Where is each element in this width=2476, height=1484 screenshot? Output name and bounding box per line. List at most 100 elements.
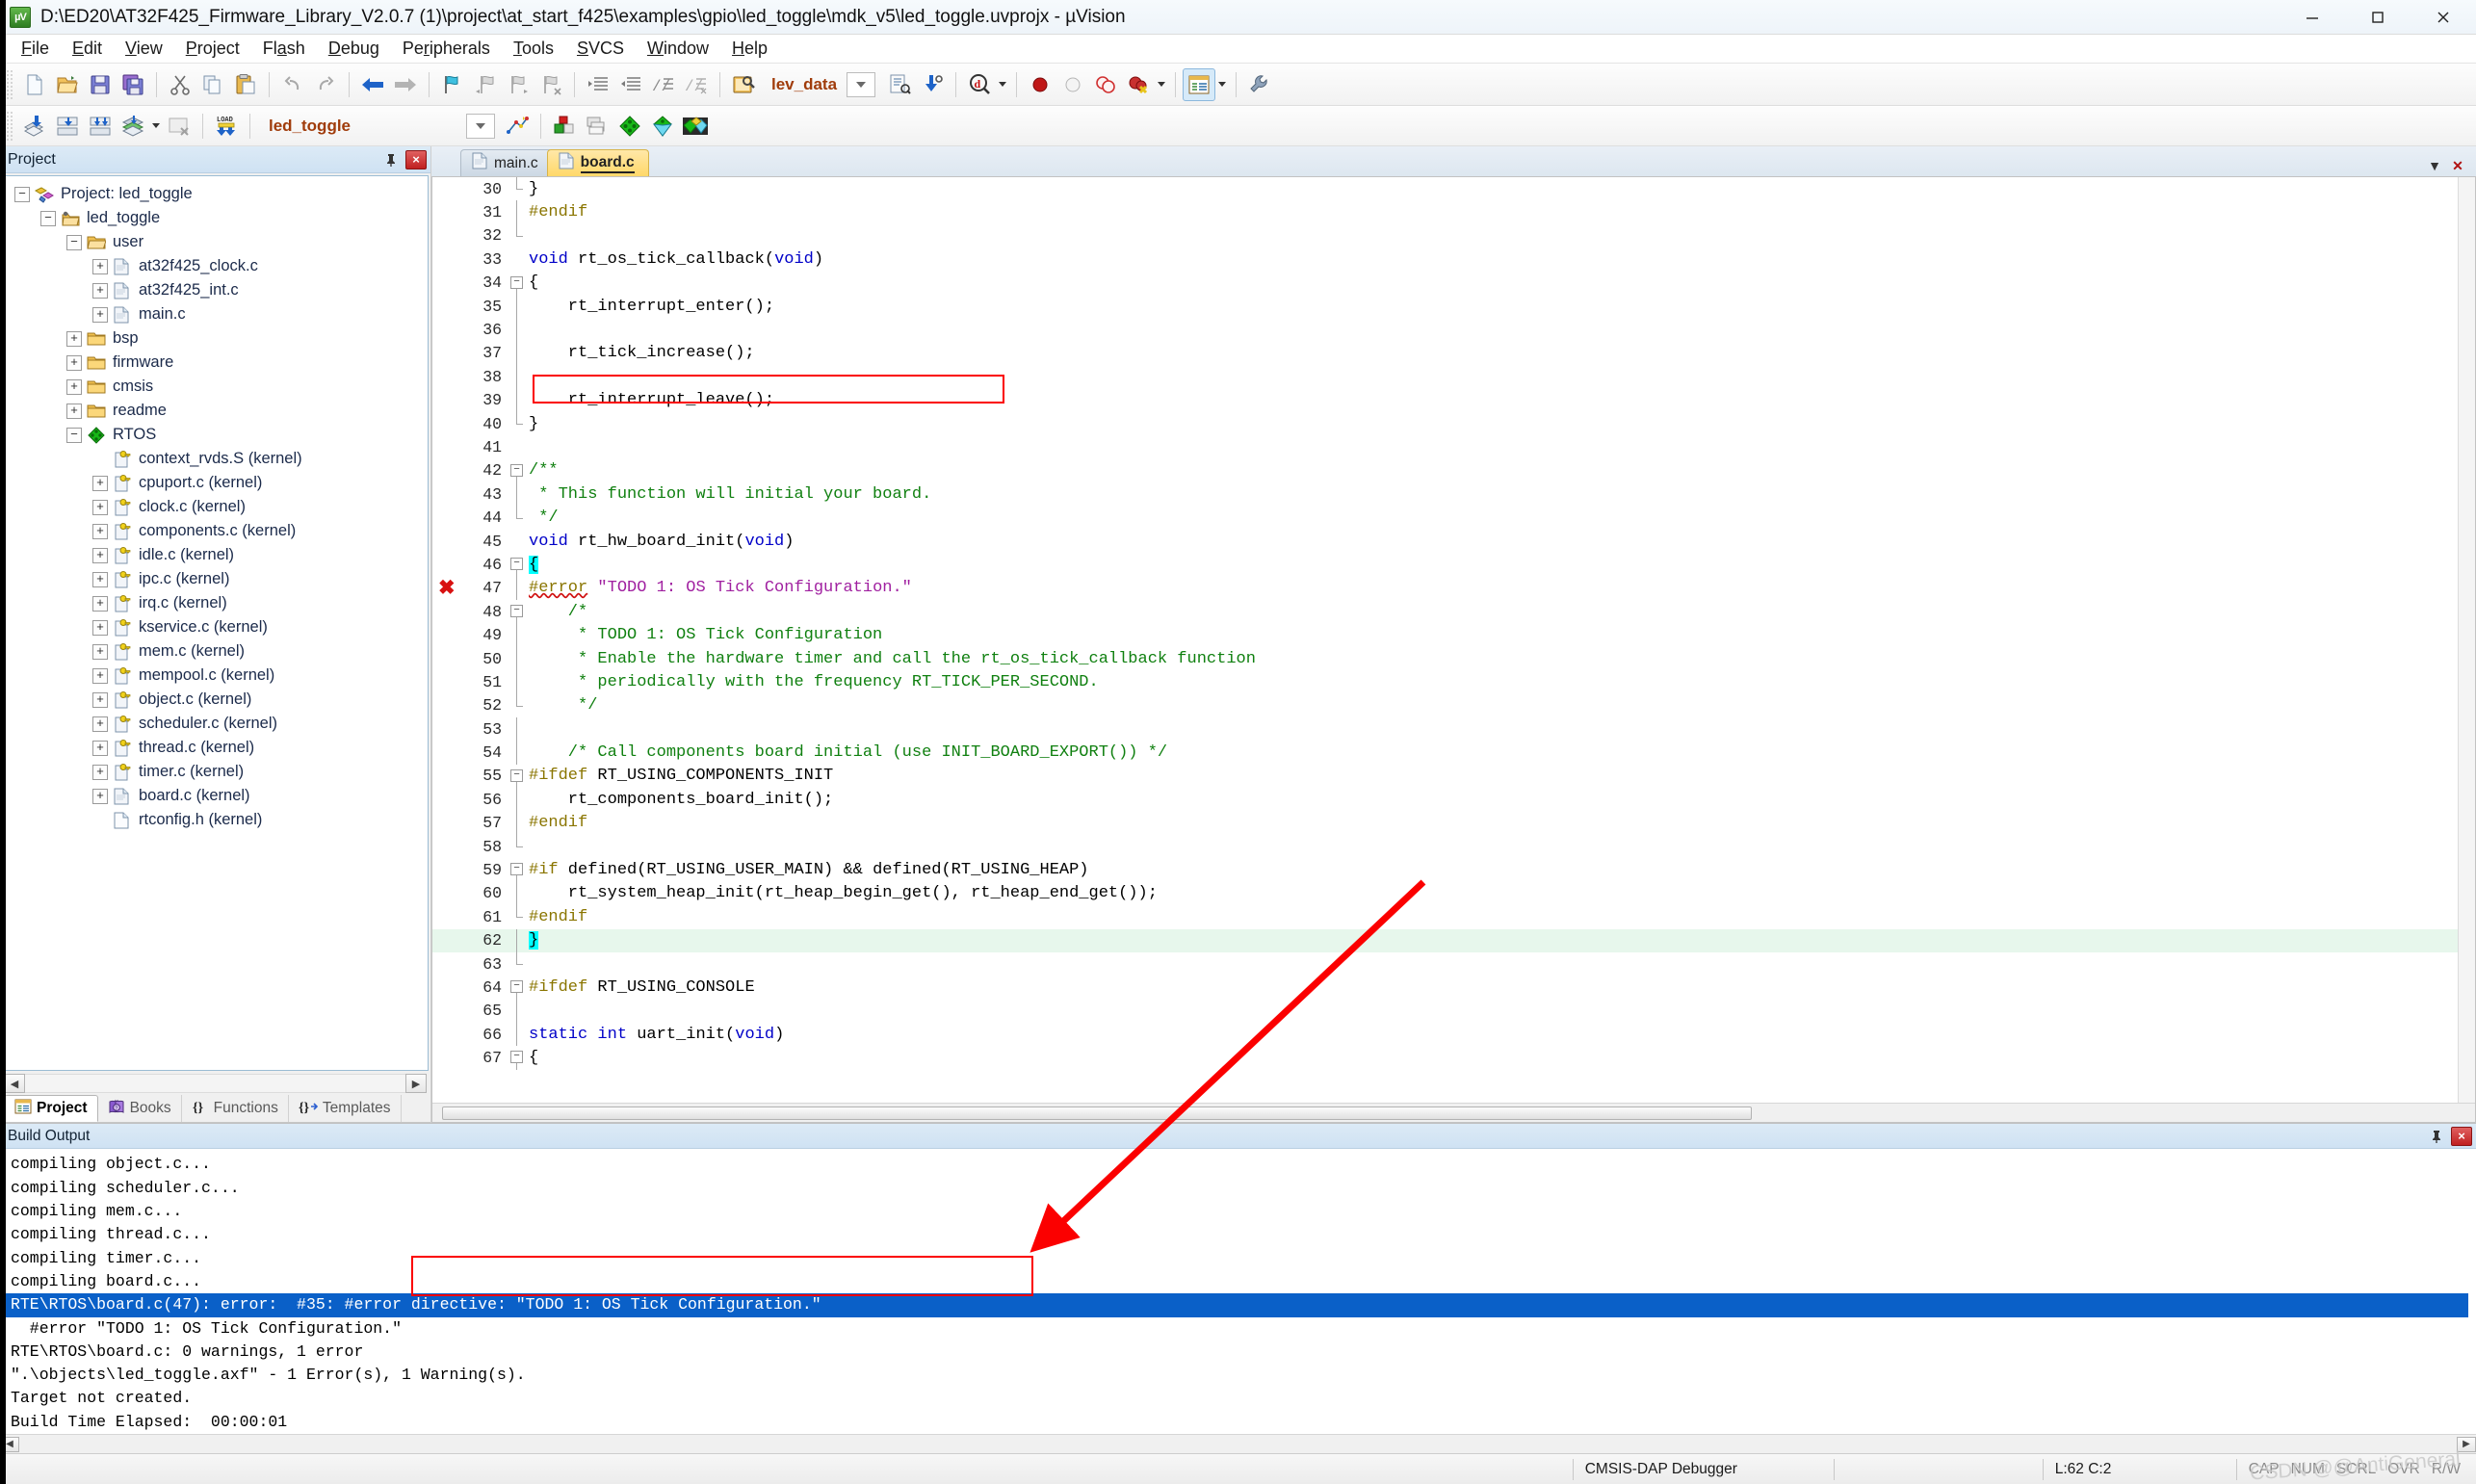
expand-icon[interactable]: + [92, 258, 108, 274]
menu-debug[interactable]: Debug [317, 37, 391, 61]
menu-edit[interactable]: Edit [61, 37, 114, 61]
breakpoint-gutter[interactable] [432, 741, 465, 764]
breakpoint-gutter[interactable] [432, 295, 465, 318]
fold-column[interactable] [508, 177, 525, 200]
pack-installer-icon[interactable] [581, 110, 613, 143]
breakpoint-gutter[interactable] [432, 647, 465, 670]
breakpoint-gutter[interactable] [432, 905, 465, 928]
rebuild-icon[interactable] [84, 110, 117, 143]
expand-icon[interactable]: + [92, 571, 108, 587]
tree-item[interactable]: + board.c (kernel) [3, 784, 428, 808]
code-line[interactable]: 30} [432, 177, 2475, 200]
code-line[interactable]: 51 * periodically with the frequency RT_… [432, 670, 2475, 694]
fold-column[interactable] [508, 506, 525, 529]
scroll-right-arrow[interactable]: ▶ [405, 1074, 427, 1094]
project-tree[interactable]: − Project: led_toggle − led_toggle − user + at3… [2, 175, 429, 1072]
expand-icon[interactable]: + [92, 788, 108, 804]
tree-item[interactable]: rtconfig.h (kernel) [3, 808, 428, 832]
code-line[interactable]: 32 [432, 223, 2475, 247]
manage-project-items-icon[interactable] [548, 110, 581, 143]
breakpoint-gutter[interactable] [432, 412, 465, 435]
expand-icon[interactable]: + [92, 716, 108, 732]
code-line[interactable]: 31 #endif [432, 200, 2475, 224]
fold-column[interactable] [508, 693, 525, 717]
fold-column[interactable] [508, 341, 525, 366]
build-output-text[interactable]: compiling object.c... compiling scheduler… [0, 1149, 2476, 1434]
build-output-line[interactable]: RTE\RTOS\board.c: 0 warnings, 1 error [3, 1341, 2476, 1364]
tree-item[interactable]: + clock.c (kernel) [3, 495, 428, 519]
tab-templates[interactable]: {} Templates [289, 1095, 402, 1123]
code-line[interactable]: 62} [432, 928, 2475, 952]
expand-icon[interactable]: + [92, 499, 108, 515]
scroll-right-arrow[interactable]: ▶ [2457, 1436, 2476, 1452]
expand-icon[interactable]: + [92, 475, 108, 491]
breakpoint-gutter[interactable] [432, 177, 465, 200]
save-icon[interactable] [84, 68, 117, 101]
editor-tab-board-c[interactable]: board.c [546, 149, 649, 176]
breakpoint-gutter[interactable] [432, 272, 465, 295]
code-line[interactable]: 36 [432, 318, 2475, 342]
fold-column[interactable] [508, 435, 525, 458]
code-line[interactable]: ✖ 47 #error "TODO 1: OS Tick Configuration… [432, 576, 2475, 601]
tree-item[interactable]: + scheduler.c (kernel) [3, 712, 428, 736]
paste-icon[interactable] [229, 68, 262, 101]
insert-breakpoint-icon[interactable] [1024, 68, 1056, 101]
build-output-line[interactable]: compiling object.c... [3, 1153, 2476, 1176]
download-icon[interactable]: LOAD [210, 110, 243, 143]
breakpoint-gutter[interactable] [432, 530, 465, 553]
build-output-hscrollbar[interactable]: ◀ ▶ [0, 1434, 2476, 1453]
fold-column[interactable] [508, 788, 525, 812]
fold-column[interactable] [508, 247, 525, 271]
undo-icon[interactable] [276, 68, 309, 101]
cut-icon[interactable] [164, 68, 196, 101]
tab-list-dropdown-icon[interactable]: ▼ [2424, 155, 2445, 176]
maximize-button[interactable] [2345, 0, 2411, 35]
configure-icon[interactable] [1243, 68, 1276, 101]
fold-column[interactable] [508, 811, 525, 835]
build-output-line[interactable]: compiling timer.c... [3, 1247, 2476, 1270]
fold-column[interactable] [508, 200, 525, 224]
target-selector[interactable]: led_toggle [269, 117, 351, 136]
code-line[interactable]: 49 * TODO 1: OS Tick Configuration [432, 623, 2475, 647]
code-line[interactable]: 44 */ [432, 506, 2475, 529]
code-line[interactable]: 45 void rt_hw_board_init(void) [432, 530, 2475, 553]
bookmark-next-icon[interactable] [502, 68, 534, 101]
find-in-files-icon[interactable] [727, 68, 760, 101]
code-line[interactable]: 33 void rt_os_tick_callback(void) [432, 247, 2475, 271]
tree-item[interactable]: + at32f425_clock.c [3, 254, 428, 278]
editor-vscrollbar[interactable] [2458, 177, 2475, 1104]
breakpoint-gutter[interactable] [432, 365, 465, 388]
code-line[interactable]: 63 [432, 951, 2475, 976]
code-line[interactable]: 58 [432, 834, 2475, 858]
breakpoint-gutter[interactable] [432, 765, 465, 788]
close-tab-icon[interactable]: ✕ [2447, 155, 2468, 176]
breakpoint-gutter[interactable] [432, 670, 465, 693]
fold-collapse-icon[interactable]: − [510, 558, 523, 571]
indent-icon[interactable] [582, 68, 614, 101]
window-dropdown-caret[interactable] [1215, 68, 1229, 101]
toolbar-grip[interactable] [6, 110, 13, 142]
collapse-icon[interactable]: − [40, 210, 56, 226]
build-output-line[interactable]: compiling mem.c... [3, 1200, 2476, 1223]
build-output-line[interactable]: Target not created. [3, 1387, 2476, 1410]
editor-hscrollbar[interactable] [432, 1103, 2475, 1123]
tree-item[interactable]: + firmware [3, 351, 428, 375]
code-line[interactable]: 38 [432, 365, 2475, 389]
fold-collapse-icon[interactable]: − [510, 1051, 523, 1064]
fold-column[interactable] [508, 905, 525, 928]
breakpoint-gutter[interactable] [432, 482, 465, 506]
menu-view[interactable]: View [114, 37, 174, 61]
breakpoint-gutter[interactable] [432, 952, 465, 976]
select-software-packs-icon[interactable] [646, 110, 679, 143]
search-dropdown[interactable] [847, 71, 876, 97]
open-file-icon[interactable] [51, 68, 84, 101]
code-line[interactable]: 35 rt_interrupt_enter(); [432, 294, 2475, 319]
expand-icon[interactable]: + [66, 354, 82, 371]
breakpoint-gutter[interactable] [432, 224, 465, 247]
fold-collapse-icon[interactable]: − [510, 275, 523, 289]
disable-all-breakpoints-icon[interactable] [1089, 68, 1122, 101]
build-output-error-line[interactable]: RTE\RTOS\board.c(47): error: #35: #error… [3, 1293, 2468, 1317]
breakpoint-gutter[interactable] [432, 882, 465, 905]
menu-help[interactable]: Help [720, 37, 779, 61]
comment-icon[interactable]: // [647, 68, 680, 101]
